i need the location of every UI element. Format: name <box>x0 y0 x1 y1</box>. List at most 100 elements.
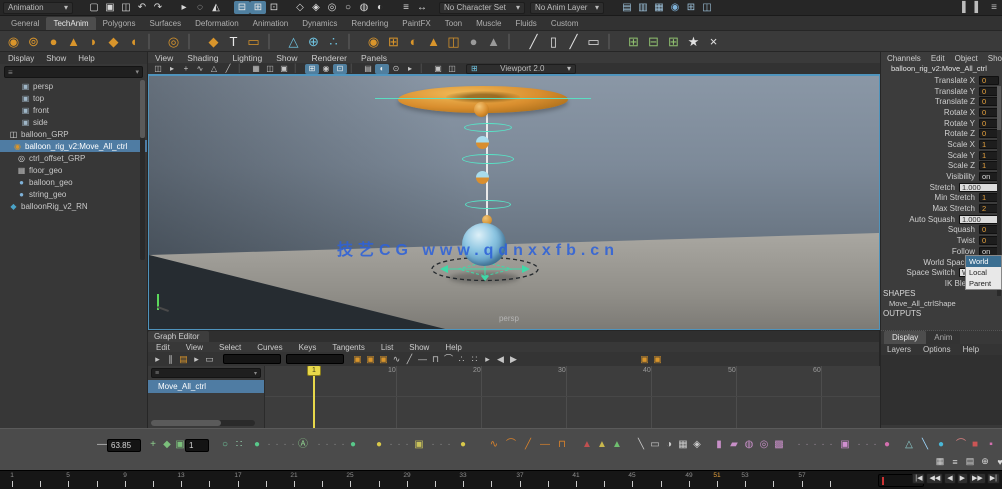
graph-toolbar-icon[interactable]: ╱ <box>403 354 416 365</box>
animation-toolbar-icon[interactable]: ▭ <box>648 438 662 452</box>
animation-toolbar-icon[interactable]: ╲ <box>634 438 648 452</box>
status-line-icon[interactable]: ◇ <box>292 1 308 14</box>
graph-toolbar-icon[interactable]: ▣ <box>651 354 664 365</box>
channel-row[interactable]: Rotate Y 0 <box>881 118 1002 129</box>
shelf-tab[interactable]: Deformation <box>188 17 246 30</box>
channel-value-field[interactable]: on <box>979 172 999 181</box>
shelf-icon[interactable]: ▭ <box>585 33 602 50</box>
animation-toolbar-icon[interactable]: ◈ <box>690 438 704 452</box>
graph-toolbar-icon[interactable]: ▣ <box>638 354 651 365</box>
graph-toolbar-icon[interactable]: ▣ <box>364 354 377 365</box>
channel-value-field[interactable]: 1.000 <box>959 215 999 224</box>
outliner-item[interactable]: ▣ side <box>0 116 147 128</box>
shelf-icon[interactable]: ◫ <box>445 33 462 50</box>
viewport-toolbar-icon[interactable]: ▸ <box>403 64 417 74</box>
animation-toolbar-icon[interactable]: ▲ <box>580 438 594 452</box>
shelf-icon[interactable]: ▏ <box>345 33 362 50</box>
viewport-toolbar-icon[interactable]: ⊡ <box>333 64 347 74</box>
status-line-icon[interactable]: ○ <box>340 1 356 14</box>
animation-toolbar-icon[interactable]: ╲ <box>918 438 932 452</box>
shelf-icon[interactable]: ⊞ <box>665 33 682 50</box>
status-line-icon[interactable]: ◍ <box>356 1 372 14</box>
channel-row[interactable]: Translate Z 0 <box>881 96 1002 107</box>
layer-editor-tab[interactable]: Anim <box>926 331 960 344</box>
shelf-icon[interactable]: ◗ <box>85 33 102 50</box>
status-line-icon[interactable]: ▸ <box>176 1 192 14</box>
shelf-tab[interactable]: Animation <box>246 17 296 30</box>
sidebar-toggle-icon[interactable]: ≡ <box>986 1 1002 14</box>
shelf-icon[interactable]: ▲ <box>485 33 502 50</box>
animation-toolbar-icon[interactable]: ■ <box>968 438 982 452</box>
outliner-item[interactable]: ▣ top <box>0 92 147 104</box>
outliner-search-field[interactable]: ≡ ▾ <box>4 66 143 78</box>
channel-value-field[interactable]: 0 <box>979 119 999 128</box>
shelf-icon[interactable]: ╱ <box>565 33 582 50</box>
channel-row[interactable]: Translate X 0 <box>881 75 1002 86</box>
animation-toolbar-icon[interactable]: △ <box>902 438 916 452</box>
shelf-tab[interactable]: TechAnim <box>46 17 95 30</box>
channel-row[interactable]: Scale X 1 <box>881 139 1002 150</box>
shelf-icon[interactable]: ▲ <box>425 33 442 50</box>
channel-box-object-name[interactable]: balloon_rig_v2:Move_All_ctrl <box>881 64 1002 75</box>
graph-toolbar-icon[interactable]: ▣ <box>351 354 364 365</box>
status-line-icon[interactable]: ▢ <box>86 1 102 14</box>
status-line-icon[interactable]: ▣ <box>102 1 118 14</box>
channel-box-menu-item[interactable]: Object <box>950 54 983 63</box>
viewport-canvas[interactable]: 技艺CG www.qdnxxfb.cn persp <box>148 74 880 330</box>
channel-value-field[interactable]: 1 <box>979 193 999 202</box>
layer-list-area[interactable] <box>881 355 1002 425</box>
animation-toolbar-icon[interactable]: Ⓐ <box>296 438 310 452</box>
viewport-toolbar-icon[interactable]: ◫ <box>151 64 165 74</box>
graph-toolbar-icon[interactable]: ▤ <box>177 354 190 365</box>
graph-editor-menu-item[interactable]: List <box>373 343 401 352</box>
viewport-toolbar-icon[interactable]: ▦ <box>249 64 263 74</box>
outliner-item[interactable]: ● string_geo <box>0 188 147 200</box>
channel-value-field[interactable]: 2 <box>979 204 999 213</box>
graph-toolbar-icon[interactable]: ∷ <box>468 354 481 365</box>
channel-row[interactable]: Auto Squash 1.000 <box>881 214 1002 225</box>
shelf-icon[interactable]: ⊚ <box>25 33 42 50</box>
outliner-item[interactable]: ▦ floor_geo <box>0 164 147 176</box>
control-ring-2[interactable] <box>462 154 514 164</box>
graph-editor-menu-item[interactable]: Select <box>211 343 249 352</box>
animation-toolbar-icon[interactable]: · <box>442 438 456 452</box>
layer-editor-tab[interactable]: Display <box>884 331 926 344</box>
outliner-menu-item[interactable]: Show <box>40 54 72 63</box>
shelf-icon[interactable]: △ <box>285 33 302 50</box>
animation-toolbar-icon[interactable]: ∿ <box>487 438 501 452</box>
animation-toolbar-icon[interactable]: · <box>824 438 838 452</box>
channel-row[interactable]: Visibility on <box>881 171 1002 182</box>
outliner-item[interactable]: ◎ ctrl_offset_GRP <box>0 152 147 164</box>
shelf-icon[interactable]: ◉ <box>365 33 382 50</box>
shelf-icon[interactable]: ╱ <box>525 33 542 50</box>
render-icon[interactable]: ◫ <box>699 1 715 14</box>
shelf-icon[interactable]: ∴ <box>325 33 342 50</box>
shape-node-name[interactable]: Move_All_ctrlShape <box>881 299 1002 309</box>
status-line-icon[interactable]: ⊞ <box>250 1 266 14</box>
graph-editor-menu-item[interactable]: Show <box>401 343 437 352</box>
graph-editor-menu-item[interactable]: Tangents <box>324 343 372 352</box>
shelf-tab[interactable]: Muscle <box>469 17 508 30</box>
animation-toolbar-icon[interactable]: ╱ <box>521 438 535 452</box>
viewport-toolbar-icon[interactable]: ▏ <box>235 64 249 74</box>
shelf-icon[interactable]: ◖ <box>125 33 142 50</box>
outliner-item[interactable]: ◫ balloon_GRP <box>0 128 147 140</box>
channel-value-field[interactable]: 0 <box>979 236 999 245</box>
viewport-menu-item[interactable]: Show <box>269 53 304 63</box>
status-line-icon[interactable]: ◐ <box>372 1 388 14</box>
viewport-toolbar-icon[interactable]: ◫ <box>445 64 459 74</box>
control-ring-1[interactable] <box>464 123 512 132</box>
view-mode-icon[interactable]: ≡ <box>948 455 962 468</box>
shelf-icon[interactable]: ◉ <box>5 33 22 50</box>
outliner-item[interactable]: ◉ balloon_rig_v2:Move_All_ctrl <box>0 140 147 152</box>
transport-button[interactable]: ◀◀ <box>926 473 943 484</box>
animation-toolbar-icon[interactable]: — <box>538 438 552 452</box>
channel-row[interactable]: Min Stretch 1 <box>881 193 1002 204</box>
graph-outliner-item[interactable]: Move_All_ctrl <box>148 380 264 393</box>
shelf-tab[interactable]: Dynamics <box>295 17 344 30</box>
layer-editor-menu-item[interactable]: Help <box>957 345 985 354</box>
outliner-item[interactable]: ◆ balloonRig_v2_RN <box>0 200 147 212</box>
animation-toolbar-icon[interactable]: ▰ <box>727 438 741 452</box>
animation-toolbar-icon[interactable]: ● <box>456 438 470 452</box>
viewport-toolbar-icon[interactable]: ⊙ <box>389 64 403 74</box>
